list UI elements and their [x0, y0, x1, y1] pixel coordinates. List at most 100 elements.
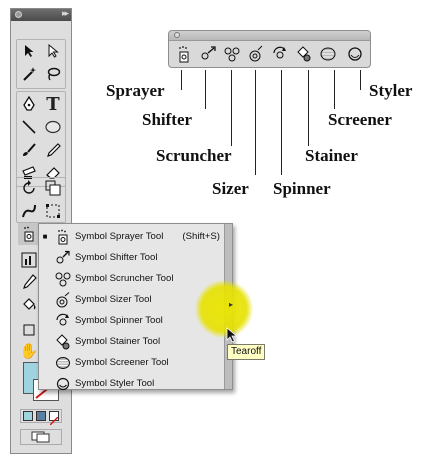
screen-mode-button[interactable] — [20, 429, 62, 445]
flyout-item-symbol-scruncher[interactable]: Symbol Scruncher Tool — [39, 268, 224, 289]
free-transform-tool[interactable] — [42, 200, 64, 222]
none-icon — [49, 416, 59, 426]
tearoff-arrow-icon[interactable]: ▸ — [229, 300, 233, 309]
symbol-sizer-button[interactable] — [244, 42, 267, 66]
spinner-callout: Spinner — [273, 179, 331, 198]
pen-icon — [23, 96, 35, 111]
type-tool[interactable]: T — [42, 93, 64, 115]
symbol-sprayer-icon — [51, 227, 75, 247]
symbol-scruncher-icon — [51, 269, 75, 289]
paintbrush-icon — [23, 143, 36, 156]
warp-tool[interactable] — [18, 200, 40, 222]
symbol-spinner-icon — [51, 311, 75, 331]
scruncher-leader-line — [231, 70, 232, 146]
warp-icon — [22, 204, 36, 218]
symbol-scruncher-icon — [224, 47, 239, 62]
collapse-icon[interactable]: ▸▸ — [62, 9, 69, 19]
flyout-item-symbol-screener[interactable]: Symbol Screener Tool — [39, 352, 224, 373]
symbol-sprayer-button[interactable] — [172, 42, 195, 66]
line-segment-tool[interactable] — [18, 116, 40, 138]
screener-leader-line — [334, 70, 335, 109]
pencil-tool[interactable] — [42, 139, 64, 161]
artboard-tool[interactable] — [18, 319, 40, 341]
symbol-spinner-button[interactable] — [268, 42, 291, 66]
symbol-sprayer-icon — [178, 46, 188, 63]
symbol-stainer-icon — [296, 46, 310, 62]
symbol-spinner-icon — [272, 46, 286, 59]
symbol-styler-icon — [347, 47, 362, 61]
styler-leader-line — [360, 70, 361, 90]
flyout-item-label: Symbol Sprayer Tool — [75, 231, 164, 242]
pencil-icon — [47, 143, 61, 157]
flyout-item-symbol-styler[interactable]: Symbol Styler Tool — [39, 373, 224, 394]
symbol-sprayer-icon — [24, 226, 34, 242]
shifter-leader-line — [205, 70, 206, 109]
flyout-item-label: Symbol Scruncher Tool — [75, 273, 174, 284]
symbolism-tools-toolbar — [168, 30, 371, 68]
symbol-scruncher-button[interactable] — [220, 42, 243, 66]
flyout-item-label: Symbol Screener Tool — [75, 357, 169, 368]
screen-mode-icon — [31, 431, 50, 443]
selection-arrow-icon — [25, 45, 34, 57]
gradient-button[interactable] — [36, 411, 46, 421]
flyout-item-label: Symbol Styler Tool — [75, 378, 155, 389]
rotate-tool[interactable] — [18, 177, 40, 199]
symbol-styler-button[interactable] — [343, 42, 366, 66]
flyout-item-symbol-shifter[interactable]: Symbol Shifter Tool — [39, 247, 224, 268]
magic-wand-icon — [23, 67, 36, 81]
flyout-item-label: Symbol Shifter Tool — [75, 252, 158, 263]
sprayer-callout: Sprayer — [106, 81, 165, 100]
ellipse-icon — [45, 120, 61, 134]
scruncher-callout: Scruncher — [156, 146, 232, 165]
stainer-callout: Stainer — [305, 146, 358, 165]
scale-icon — [45, 180, 61, 196]
scale-tool[interactable] — [42, 177, 64, 199]
lasso-tool[interactable] — [42, 63, 64, 85]
rotate-icon — [23, 180, 35, 194]
column-graph-tool[interactable] — [18, 249, 40, 271]
paintbrush-tool[interactable] — [18, 139, 40, 161]
tools-panel-titlebar[interactable]: ▸▸ — [11, 9, 71, 21]
flyout-item-symbol-stainer[interactable]: Symbol Stainer Tool — [39, 331, 224, 352]
symbol-sizer-icon — [249, 45, 262, 62]
pen-tool[interactable] — [18, 93, 40, 115]
live-paint-bucket-tool[interactable] — [18, 294, 40, 316]
symbol-styler-icon — [51, 374, 75, 394]
color-mode-group — [20, 409, 62, 426]
shifter-callout: Shifter — [142, 110, 193, 129]
symbol-shifter-icon — [201, 46, 216, 60]
color-button[interactable] — [23, 411, 33, 421]
eyedropper-tool[interactable] — [18, 271, 40, 293]
selected-marker: ■ — [42, 232, 48, 241]
symbol-screener-button[interactable] — [316, 42, 339, 66]
close-icon[interactable] — [15, 11, 22, 18]
flyout-item-shortcut: (Shift+S) — [182, 231, 220, 242]
close-icon[interactable] — [174, 32, 180, 38]
none-button[interactable] — [49, 411, 59, 426]
ellipse-tool[interactable] — [42, 116, 64, 138]
direct-selection-tool[interactable] — [42, 40, 64, 62]
symbol-screener-icon — [51, 353, 75, 373]
symbol-sprayer-tool-active[interactable] — [18, 223, 40, 245]
symbolism-toolbar-titlebar[interactable] — [169, 31, 370, 41]
eyedropper-icon — [23, 274, 37, 289]
sizer-callout: Sizer — [212, 179, 249, 198]
stainer-leader-line — [308, 70, 309, 146]
symbol-stainer-icon — [51, 332, 75, 352]
artboard-icon — [23, 324, 35, 336]
symbol-shifter-button[interactable] — [196, 42, 219, 66]
direct-selection-arrow-icon — [48, 44, 59, 58]
sprayer-leader-line — [181, 70, 182, 90]
flyout-item-symbol-sprayer[interactable]: ■ Symbol Sprayer Tool (Shift+S) — [39, 226, 224, 247]
hand-tool[interactable]: ✋ — [18, 340, 40, 362]
selection-tool[interactable] — [18, 40, 40, 62]
symbol-stainer-button[interactable] — [292, 42, 315, 66]
magic-wand-tool[interactable] — [18, 63, 40, 85]
free-transform-icon — [46, 204, 60, 218]
flyout-item-label: Symbol Stainer Tool — [75, 336, 161, 347]
tearoff-tooltip: Tearoff — [227, 344, 266, 360]
graph-icon — [21, 252, 37, 268]
sizer-leader-line — [255, 70, 256, 175]
spinner-leader-line — [281, 70, 282, 175]
symbol-shifter-icon — [51, 248, 75, 268]
